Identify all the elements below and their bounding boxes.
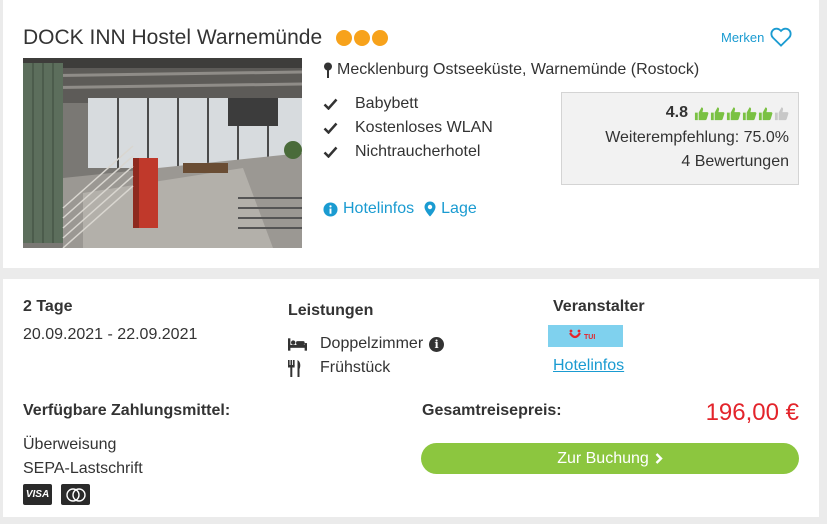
thumb-up-empty-icon [774, 106, 789, 120]
star-icon [372, 30, 388, 46]
booking-button-label: Zur Buchung [557, 449, 649, 467]
hotel-star-rating [336, 30, 388, 46]
map-marker-icon [424, 201, 436, 217]
thumb-up-icon [742, 106, 757, 120]
cutlery-icon [288, 359, 320, 377]
amenity-item: Babybett [323, 92, 493, 116]
rating-box[interactable]: 4.8 Weiterempfehlung: 75.0% 4 Bewertunge… [561, 92, 799, 185]
amenity-label: Babybett [355, 95, 419, 112]
amenity-label: Nichtraucherhotel [355, 143, 481, 160]
service-item: Doppelzimmer i [288, 332, 445, 356]
merken-button[interactable]: Merken [721, 27, 792, 47]
service-label: Doppelzimmer [320, 335, 424, 352]
operator-hotelinfos-link[interactable]: Hotelinfos [553, 357, 624, 375]
thumb-up-icon [758, 106, 773, 120]
operator-heading: Veranstalter [553, 298, 645, 315]
total-price: 196,00 € [705, 399, 799, 426]
checkmark-icon [323, 146, 355, 158]
booking-button[interactable]: Zur Buchung [421, 443, 799, 474]
heart-icon [770, 27, 792, 47]
payment-methods: Überweisung SEPA-Lastschrift [23, 433, 143, 481]
service-label: Frühstück [320, 359, 391, 376]
payment-method: SEPA-Lastschrift [23, 460, 143, 477]
card-logos: VISA [23, 484, 90, 505]
tui-logo-text: TUI [584, 334, 595, 341]
services-list: Doppelzimmer i Frühstück [288, 332, 445, 380]
chevron-right-icon [655, 453, 663, 464]
trip-dates: 20.09.2021 - 22.09.2021 [23, 326, 198, 343]
lage-label: Lage [441, 200, 477, 217]
hotel-location: Mecklenburg Ostseeküste, Warnemünde (Ros… [323, 61, 699, 79]
hotel-photo[interactable] [23, 58, 302, 248]
checkmark-icon [323, 98, 355, 110]
total-price-label: Gesamtreisepreis: [422, 402, 562, 419]
offer-card: 2 Tage 20.09.2021 - 22.09.2021 Leistunge… [3, 279, 819, 517]
trip-duration: 2 Tage [23, 298, 73, 315]
hotel-card: DOCK INN Hostel Warnemünde Merken Meckle… [3, 0, 819, 268]
location-text: Mecklenburg Ostseeküste, Warnemünde (Ros… [337, 61, 700, 78]
rating-score: 4.8 [665, 104, 688, 121]
star-icon [336, 30, 352, 46]
map-pin-icon [324, 62, 332, 78]
thumb-up-icon [694, 106, 709, 120]
recommendation-rate: Weiterempfehlung: 75.0% [605, 129, 789, 146]
services-heading: Leistungen [288, 302, 374, 319]
visa-card-icon: VISA [23, 484, 52, 505]
info-icon[interactable]: i [429, 336, 445, 352]
bed-icon [288, 337, 320, 351]
thumb-up-icon [710, 106, 725, 120]
lage-link[interactable]: Lage [424, 200, 477, 218]
service-item: Frühstück [288, 356, 444, 380]
rating-row: 4.8 [666, 104, 789, 122]
hotelinfos-link[interactable]: Hotelinfos [323, 200, 414, 218]
payment-heading: Verfügbare Zahlungsmittel: [23, 402, 231, 419]
merken-label: Merken [721, 29, 765, 45]
star-icon [354, 30, 370, 46]
thumbs-rating [694, 106, 789, 121]
tui-logo: TUI [548, 325, 623, 347]
hotelinfos-label: Hotelinfos [343, 200, 415, 217]
amenity-item: Nichtraucherhotel [323, 140, 493, 164]
amenity-list: Babybett Kostenloses WLAN Nichtraucherho… [323, 92, 493, 164]
checkmark-icon [323, 122, 355, 134]
review-count: 4 Bewertungen [681, 153, 789, 170]
info-circle-icon [323, 201, 338, 217]
mastercard-icon [61, 484, 90, 505]
hotel-links: Hotelinfos Lage [323, 200, 477, 218]
thumb-up-icon [726, 106, 741, 120]
amenity-item: Kostenloses WLAN [323, 116, 493, 140]
payment-method: Überweisung [23, 436, 117, 453]
amenity-label: Kostenloses WLAN [355, 119, 493, 136]
hotel-name[interactable]: DOCK INN Hostel Warnemünde [23, 26, 322, 50]
